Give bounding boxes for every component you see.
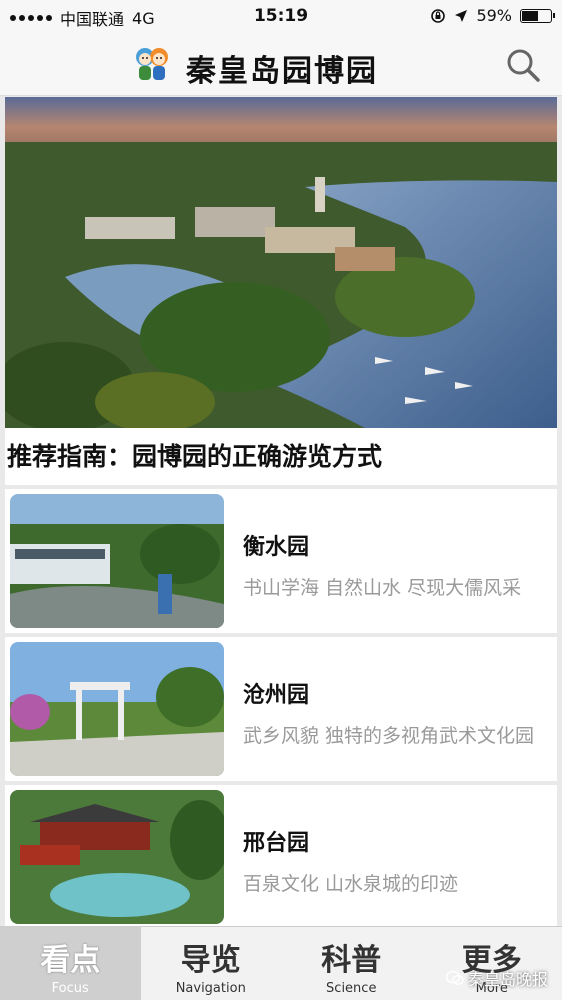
- featured-article[interactable]: 推荐指南：园博园的正确游览方式: [5, 97, 557, 485]
- tab-sublabel: Focus: [51, 981, 89, 996]
- status-bar: 中国联通 4G 15:19 59%: [0, 0, 562, 34]
- tab-label: 科普: [321, 943, 382, 978]
- card-description: 武乡风貌 独特的多视角武术文化园: [243, 725, 535, 747]
- wechat-icon: [445, 970, 464, 985]
- list-item[interactable]: 邢台园 百泉文化 山水泉城的印迹: [5, 785, 557, 929]
- tab-science[interactable]: 科普 Science: [281, 927, 422, 1000]
- garden-thumbnail[interactable]: [10, 642, 224, 776]
- card-description: 书山学海 自然山水 尽现大儒风采: [243, 577, 522, 599]
- battery-fill: [522, 10, 538, 21]
- tab-sublabel: Science: [326, 981, 377, 996]
- battery-icon: [520, 8, 555, 23]
- tab-label: 导览: [180, 943, 241, 978]
- app-header: 秦皇岛园博园: [0, 34, 562, 96]
- list-item[interactable]: 衡水园 书山学海 自然山水 尽现大儒风采: [5, 489, 557, 633]
- tab-focus[interactable]: 看点 Focus: [0, 927, 141, 1000]
- card-description: 百泉文化 山水泉城的印迹: [243, 873, 459, 895]
- battery-percent: 59%: [476, 6, 512, 25]
- tab-navigation[interactable]: 导览 Navigation: [141, 927, 282, 1000]
- card-title[interactable]: 沧州园: [243, 677, 309, 709]
- card-title[interactable]: 衡水园: [243, 529, 309, 561]
- watermark-label: 秦皇岛晚报: [467, 970, 548, 989]
- tab-label: 看点: [40, 943, 101, 978]
- card-title[interactable]: 邢台园: [243, 825, 309, 857]
- tab-sublabel: Navigation: [175, 981, 246, 996]
- watermark: 秦皇岛晚报: [445, 966, 548, 990]
- orientation-lock-icon: [431, 8, 446, 23]
- location-arrow-icon: [455, 9, 468, 22]
- list-item[interactable]: 沧州园 武乡风貌 独特的多视角武术文化园: [5, 637, 557, 781]
- search-icon[interactable]: [504, 46, 542, 84]
- app-title: 秦皇岛园博园: [186, 54, 378, 89]
- status-right: 59%: [430, 6, 555, 25]
- garden-thumbnail[interactable]: [10, 790, 224, 924]
- garden-thumbnail[interactable]: [10, 494, 224, 628]
- hero-image[interactable]: [5, 97, 557, 428]
- hero-title[interactable]: 推荐指南：园博园的正确游览方式: [7, 437, 382, 473]
- mascot-logo-icon: [136, 48, 168, 80]
